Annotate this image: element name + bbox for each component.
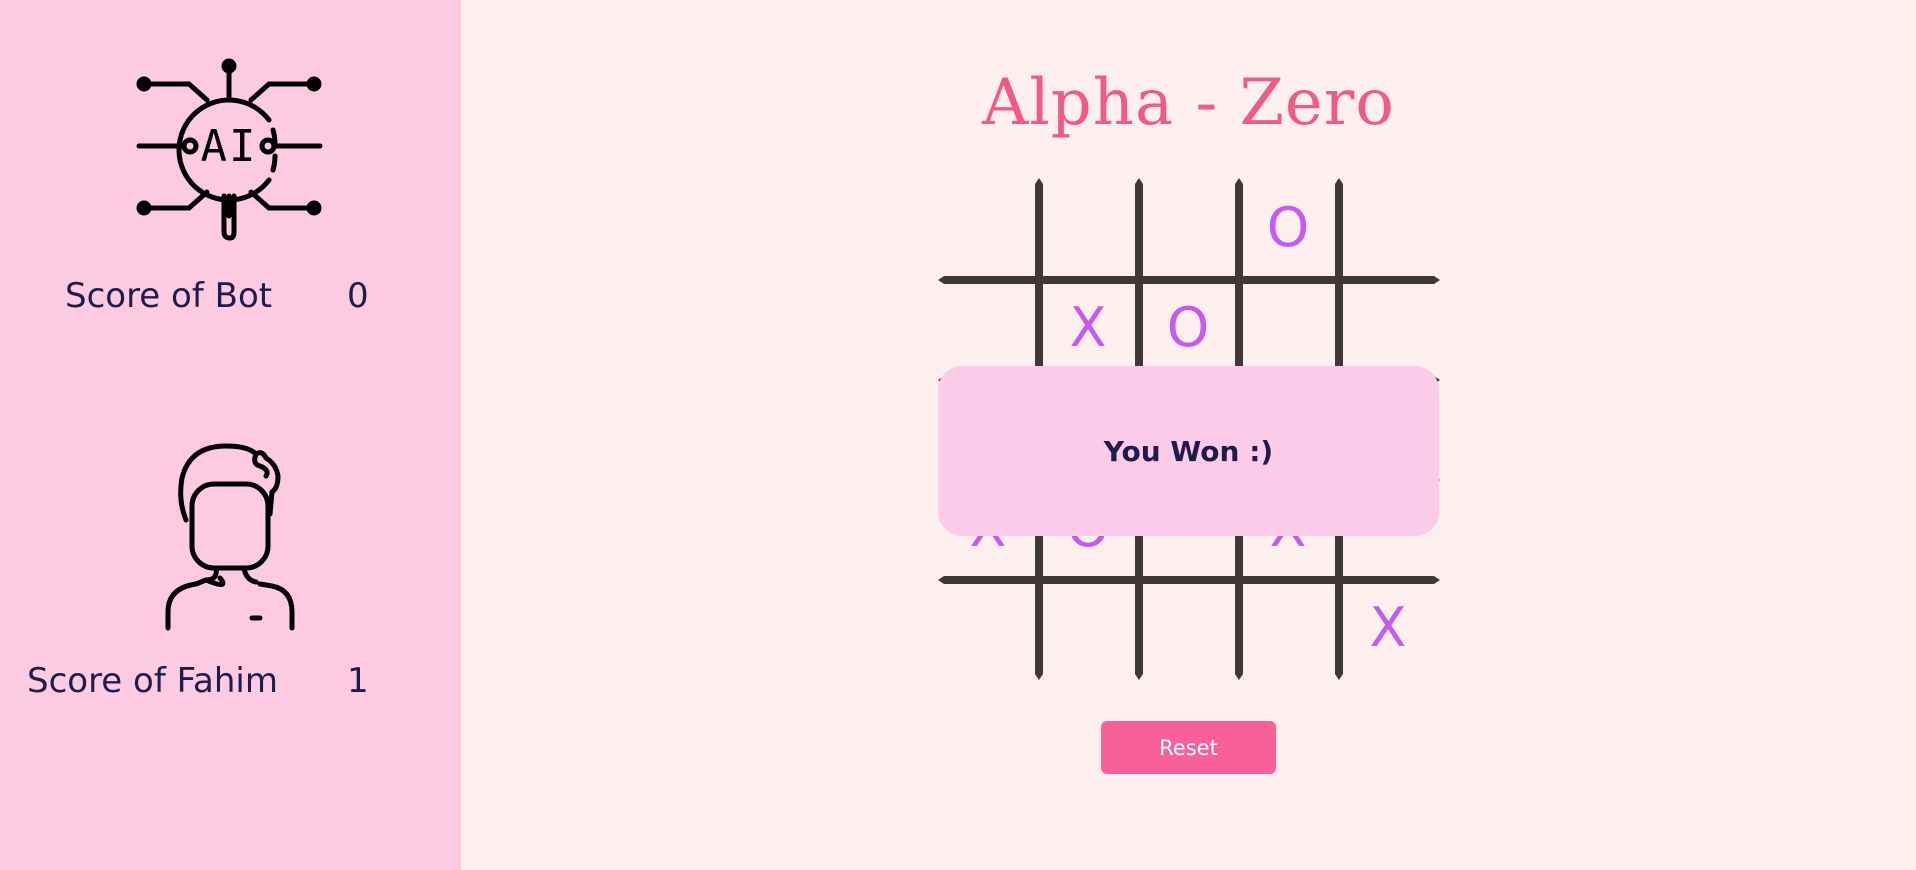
board-cell[interactable] bbox=[1138, 178, 1238, 278]
bot-score-value: 0 bbox=[347, 276, 369, 316]
board-cell[interactable]: X bbox=[1338, 578, 1438, 678]
board-cell[interactable] bbox=[1038, 178, 1138, 278]
result-modal: You Won :) bbox=[938, 366, 1439, 536]
human-score-value: 1 bbox=[347, 661, 369, 701]
bot-score-label: Score of Bot bbox=[65, 276, 273, 316]
ai-chip-icon: AI bbox=[136, 58, 323, 241]
board-cell[interactable] bbox=[1238, 278, 1338, 378]
board-cell[interactable]: X bbox=[1038, 278, 1138, 378]
sidebar: AI Score of Bot 0 Score of Fahim 1 bbox=[0, 0, 461, 870]
board-cell[interactable] bbox=[1338, 178, 1438, 278]
ai-chip-label: AI bbox=[201, 121, 258, 172]
result-message: You Won :) bbox=[1103, 434, 1274, 468]
board-cell[interactable] bbox=[938, 178, 1038, 278]
board-cell[interactable]: O bbox=[1238, 178, 1338, 278]
board-cell[interactable] bbox=[938, 278, 1038, 378]
board-cell[interactable] bbox=[1338, 278, 1438, 378]
board-cell[interactable] bbox=[938, 578, 1038, 678]
board-cell[interactable] bbox=[1238, 578, 1338, 678]
page-title: Alpha - Zero bbox=[982, 66, 1395, 140]
human-score-label: Score of Fahim bbox=[27, 661, 278, 701]
board-cell[interactable] bbox=[1138, 578, 1238, 678]
user-avatar-icon bbox=[165, 443, 295, 631]
board-cell[interactable] bbox=[1038, 578, 1138, 678]
board-cell[interactable]: O bbox=[1138, 278, 1238, 378]
reset-button[interactable]: Reset bbox=[1101, 721, 1276, 774]
